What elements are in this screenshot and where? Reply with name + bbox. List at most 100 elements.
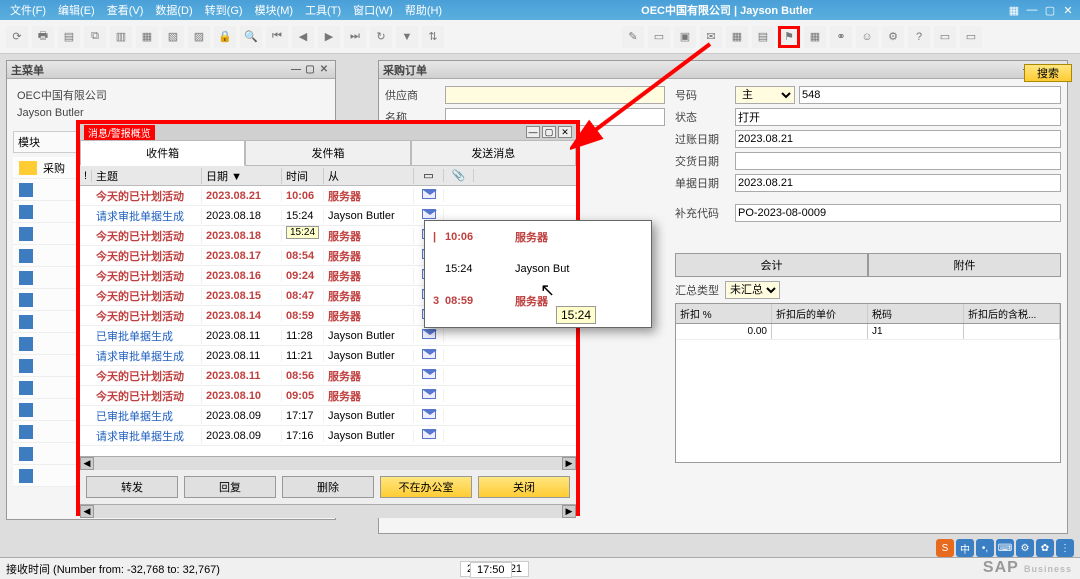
menu-edit[interactable]: 编辑(E) (52, 2, 101, 18)
sort-icon[interactable]: ⇅ (422, 26, 444, 48)
col-flag: ! (80, 170, 92, 182)
tab-outbox[interactable]: 发件箱 (245, 140, 410, 166)
tab-send[interactable]: 发送消息 (411, 140, 576, 166)
tab-attachments[interactable]: 附件 (868, 253, 1061, 276)
minimize-icon[interactable]: — (1024, 4, 1040, 17)
tab-accounting[interactable]: 会计 (675, 253, 868, 276)
panel-max-icon[interactable]: ▢ (303, 64, 317, 75)
po-grid[interactable]: 折扣 % 折扣后的单价 税码 折扣后的含税... 0.00 J1 (675, 303, 1061, 463)
msg-date: 2023.08.10 (202, 390, 282, 402)
close-button[interactable]: 关闭 (478, 476, 570, 498)
col-date[interactable]: 日期 ▼ (202, 168, 282, 184)
msg-hscroll[interactable]: ◀ ▶ (80, 456, 576, 470)
menu-file[interactable]: 文件(F) (4, 2, 52, 18)
refresh-icon[interactable]: ⟳ (6, 26, 28, 48)
preview-icon[interactable]: ▤ (58, 26, 80, 48)
lock-icon[interactable]: 🔒 (214, 26, 236, 48)
reply-button[interactable]: 回复 (184, 476, 276, 498)
msg-from: 服务器 (324, 288, 414, 304)
scroll-right-icon[interactable]: ▶ (562, 457, 576, 470)
user-icon[interactable]: ☺ (856, 26, 878, 48)
message-row[interactable]: 已审批单据生成2023.08.1111:28Jayson Butler (80, 326, 576, 346)
ime-more-icon[interactable]: ⋮ (1056, 539, 1074, 557)
ref-input[interactable] (735, 204, 1061, 222)
find-icon[interactable]: 🔍 (240, 26, 262, 48)
menu-goto[interactable]: 转到(G) (199, 2, 249, 18)
status-input[interactable] (735, 108, 1061, 126)
tab-inbox[interactable]: 收件箱 (80, 140, 245, 166)
zoom-from: Jayson But (515, 263, 569, 275)
word-icon[interactable]: ▧ (162, 26, 184, 48)
grid-icon[interactable]: ▦ (804, 26, 826, 48)
ime-skin-icon[interactable]: ✿ (1036, 539, 1054, 557)
away-button[interactable]: 不在办公室 (380, 476, 472, 498)
menu-help[interactable]: 帮助(H) (399, 2, 448, 18)
col-subject[interactable]: 主题 (92, 168, 202, 184)
msg-min-icon[interactable]: — (526, 126, 540, 138)
ime-kbd-icon[interactable]: ⌨ (996, 539, 1014, 557)
msg-max-icon[interactable]: ▢ (542, 126, 556, 138)
msg-subject: 今天的已计划活动 (92, 188, 202, 204)
cell-incltax[interactable] (964, 324, 1060, 339)
message-row[interactable]: 请求审批单据生成2023.08.0917:16Jayson Butler (80, 426, 576, 446)
prev-icon[interactable]: ◀ (292, 26, 314, 48)
pdf-icon[interactable]: ▨ (188, 26, 210, 48)
cell-discount[interactable]: 0.00 (676, 324, 772, 339)
message-row[interactable]: 今天的已计划活动2023.08.1009:05服务器 (80, 386, 576, 406)
ime-set-icon[interactable]: ⚙ (1016, 539, 1034, 557)
panel-close-icon[interactable]: ✕ (317, 64, 331, 75)
delete-button[interactable]: 删除 (282, 476, 374, 498)
no-input[interactable] (799, 86, 1061, 104)
msg-subject: 请求审批单据生成 (92, 428, 202, 444)
message-row[interactable]: 请求审批单据生成2023.08.1111:21Jayson Butler (80, 346, 576, 366)
filter-icon[interactable]: ▼ (396, 26, 418, 48)
menu-window[interactable]: 窗口(W) (347, 2, 399, 18)
app2-icon[interactable]: ▭ (960, 26, 982, 48)
scroll-left-icon[interactable]: ◀ (80, 457, 94, 470)
palette-icon[interactable]: ▦ (1006, 4, 1022, 17)
settings-icon[interactable]: ⚙ (882, 26, 904, 48)
last-icon[interactable]: ⏭ (344, 26, 366, 48)
print-icon[interactable]: 🖶 (32, 26, 54, 48)
excel-icon[interactable]: ▦ (136, 26, 158, 48)
help-icon[interactable]: ? (908, 26, 930, 48)
col-from[interactable]: 从 (324, 168, 414, 184)
col-time[interactable]: 时间 (282, 168, 324, 184)
forward-button[interactable]: 转发 (86, 476, 178, 498)
doc-input[interactable] (735, 174, 1061, 192)
chart-icon[interactable]: ▤ (752, 26, 774, 48)
message-row[interactable]: 今天的已计划活动2023.08.2110:06服务器 (80, 186, 576, 206)
message-row[interactable]: 已审批单据生成2023.08.0917:17Jayson Butler (80, 406, 576, 426)
menu-tools[interactable]: 工具(T) (299, 2, 347, 18)
close-icon[interactable]: ✕ (1060, 4, 1076, 17)
loop-icon[interactable]: ↻ (370, 26, 392, 48)
doc-icon[interactable]: ▥ (110, 26, 132, 48)
col-attach-icon: 📎 (444, 169, 474, 182)
users-icon[interactable]: ⚭ (830, 26, 852, 48)
maximize-icon[interactable]: ▢ (1042, 4, 1058, 17)
panel-min-icon[interactable]: — (289, 64, 303, 75)
ime-cn-icon[interactable]: 中 (956, 539, 974, 557)
menu-data[interactable]: 数据(D) (149, 2, 198, 18)
app1-icon[interactable]: ▭ (934, 26, 956, 48)
panel-hscroll[interactable]: ◀ ▶ (80, 504, 576, 518)
no-type-select[interactable]: 主 (735, 86, 795, 104)
msg-subject: 已审批单据生成 (92, 328, 202, 344)
ime-icon[interactable]: S (936, 539, 954, 557)
cell-tax[interactable]: J1 (868, 324, 964, 339)
menu-view[interactable]: 查看(V) (101, 2, 150, 18)
copy-icon[interactable]: ⧉ (84, 26, 106, 48)
message-row[interactable]: 今天的已计划活动2023.08.1108:56服务器 (80, 366, 576, 386)
next-icon[interactable]: ▶ (318, 26, 340, 48)
delivery-input[interactable] (735, 152, 1061, 170)
posting-input[interactable] (735, 130, 1061, 148)
scroll-right-icon[interactable]: ▶ (562, 505, 576, 518)
cell-price[interactable] (772, 324, 868, 339)
search-button[interactable]: 搜索 (1024, 64, 1072, 82)
first-icon[interactable]: ⏮ (266, 26, 288, 48)
scroll-left-icon[interactable]: ◀ (80, 505, 94, 518)
alerts-icon[interactable]: ⚑ (778, 26, 800, 48)
menu-modules[interactable]: 模块(M) (249, 2, 300, 18)
summary-select[interactable]: 未汇总 (725, 281, 780, 299)
ime-punct-icon[interactable]: •, (976, 539, 994, 557)
